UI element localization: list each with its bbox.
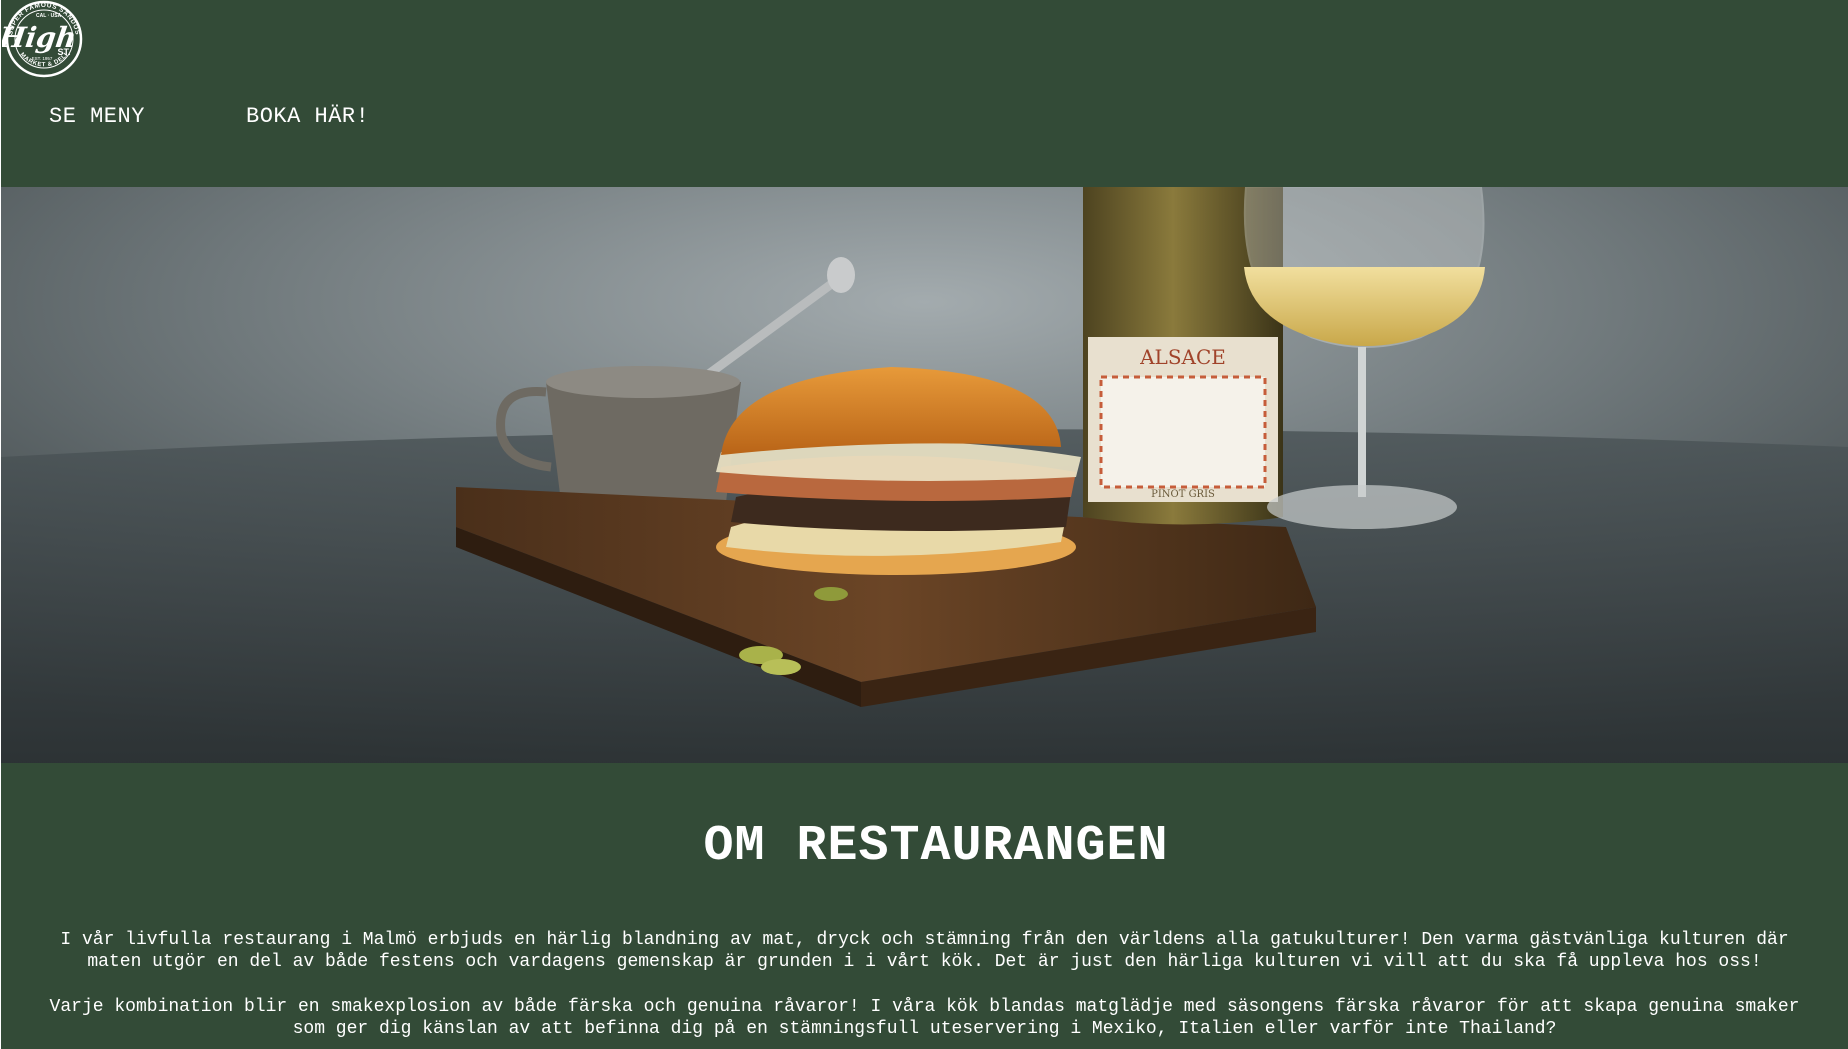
logo-est: EST. 1957 xyxy=(32,56,53,61)
nav-book-link[interactable]: BOKA HÄR! xyxy=(246,104,369,129)
about-section: OM RESTAURANGEN I vår livfulla restauran… xyxy=(1,763,1848,1049)
high-st-logo[interactable]: SUPER FAMOUS SANDOS MARKET & DELI CAL · … xyxy=(1,0,86,78)
bottle-label-sub: PINOT GRIS xyxy=(1151,489,1215,500)
burger xyxy=(716,367,1081,575)
about-paragraph-1-line-1: I vår livfulla restaurang i Malmö erbjud… xyxy=(60,930,1789,950)
about-title: OM RESTAURANGEN xyxy=(703,818,1169,875)
nav-see-menu-link[interactable]: SE MENY xyxy=(49,104,246,129)
about-paragraph-2-line-1: Varje kombination blir en smakexplosion … xyxy=(49,997,1800,1017)
hero-image: ALSACE PINOT GRIS xyxy=(1,187,1848,763)
bottle-label-text: ALSACE xyxy=(1139,345,1226,369)
page: SUPER FAMOUS SANDOS MARKET & DELI CAL · … xyxy=(1,0,1848,1049)
logo-region: CAL · USA xyxy=(36,13,62,19)
about-paragraph-1: I vår livfulla restaurang i Malmö erbjud… xyxy=(1,929,1848,973)
logo-badge: ST. xyxy=(57,47,70,57)
about-paragraph-2-line-2: som ger dig känslan av att befinna dig p… xyxy=(292,1019,1557,1039)
about-paragraph-1-line-2: maten utgör en del av både festens och v… xyxy=(87,952,1762,972)
main-nav: SE MENY BOKA HÄR! xyxy=(49,104,369,129)
site-header: SUPER FAMOUS SANDOS MARKET & DELI CAL · … xyxy=(1,0,1848,187)
about-paragraph-2: Varje kombination blir en smakexplosion … xyxy=(1,996,1848,1040)
